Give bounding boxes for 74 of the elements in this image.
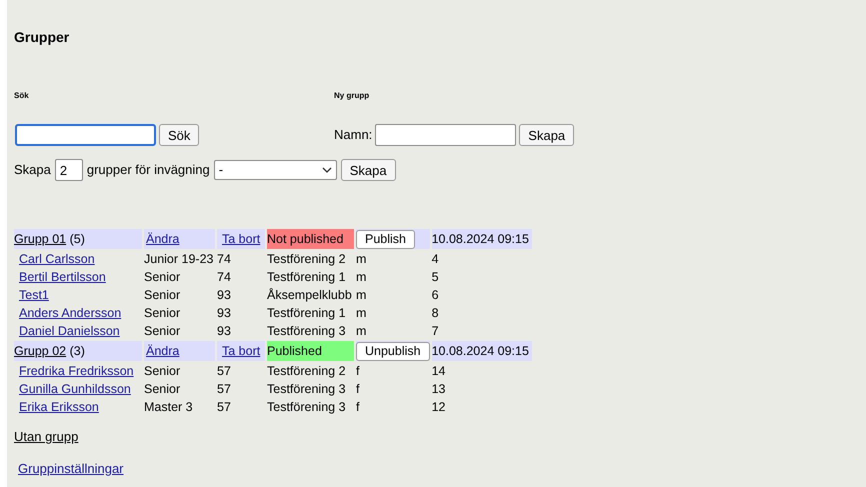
table-cell-text: Senior — [144, 381, 182, 397]
table-cell-text: 57 — [217, 381, 232, 397]
table-cell-text: f — [356, 399, 360, 415]
page-title: Grupper — [14, 28, 70, 47]
member-link[interactable]: Gunilla Gunhildsson — [19, 382, 131, 396]
table-cell-text: 6 — [432, 287, 440, 303]
table-cell-text: 57 — [217, 399, 232, 415]
group-date: 10.08.2024 09:15 — [432, 341, 532, 361]
weigh-in-select[interactable]: - — [214, 160, 337, 180]
group-link[interactable]: Grupp 01 — [14, 232, 66, 246]
member-link[interactable]: Anders Andersson — [19, 306, 122, 320]
search-field[interactable] — [15, 124, 156, 146]
table-cell-text: 74 — [217, 269, 232, 285]
create-button[interactable]: Skapa — [340, 159, 396, 181]
table-cell-text: 5 — [432, 269, 440, 285]
table-cell-text: 57 — [217, 363, 232, 379]
group-date: 10.08.2024 09:15 — [432, 229, 532, 249]
weigh-in-label: grupper för invägning — [86, 161, 210, 180]
table-cell-text: Testförening 1 — [267, 305, 347, 321]
table-cell-text: f — [356, 363, 360, 379]
table-cell-text: Senior — [144, 363, 182, 379]
table-cell-text: Testförening 3 — [267, 399, 347, 415]
member-link[interactable]: Daniel Danielsson — [19, 324, 120, 338]
member-link[interactable]: Erika Eriksson — [19, 400, 99, 414]
ungrouped-link[interactable]: Utan grupp — [14, 429, 78, 444]
table-cell-text: Senior — [144, 287, 182, 303]
search-button[interactable]: Sök — [159, 124, 200, 146]
table-cell-text: Senior — [144, 305, 182, 321]
publish-status: Not published — [267, 229, 354, 249]
table-cell-text: m — [356, 251, 368, 267]
table-cell-text: m — [356, 287, 368, 303]
table-cell-text: 93 — [217, 287, 232, 303]
table-cell-text: f — [356, 381, 360, 397]
table-cell-text: 93 — [217, 305, 232, 321]
publish-button[interactable]: Unpublish — [356, 342, 430, 360]
member-link[interactable]: Test1 — [19, 288, 49, 302]
table-cell-text: Åksempelklubb — [267, 287, 353, 303]
member-link[interactable]: Carl Carlsson — [19, 252, 95, 266]
table-cell-text: 74 — [217, 251, 232, 267]
group-link[interactable]: Grupp 02 — [14, 344, 66, 358]
table-cell-text: Senior — [144, 323, 182, 339]
create-label: Skapa — [14, 161, 51, 180]
name-label: Namn: — [334, 126, 372, 144]
table-cell-text: 14 — [432, 363, 446, 379]
table-cell-text: m — [356, 323, 368, 339]
section-heading: Ny grupp — [334, 90, 370, 100]
table-cell-text: 8 — [432, 305, 440, 321]
table-cell-text: 12 — [432, 399, 446, 415]
table-cell-text: Junior 19-23 — [144, 251, 214, 267]
table-cell-text: Testförening 2 — [267, 251, 347, 267]
settings-link[interactable]: Gruppinställningar — [18, 460, 124, 476]
member-link[interactable]: Fredrika Fredriksson — [19, 364, 134, 378]
table-cell-text: Master 3 — [144, 399, 194, 415]
table-cell-text: m — [356, 305, 368, 321]
table-cell-text: Testförening 3 — [267, 381, 347, 397]
table-cell-text: Testförening 1 — [267, 269, 347, 285]
table-cell-text: 93 — [217, 323, 232, 339]
create-button[interactable]: Skapa — [519, 124, 574, 146]
member-count: (3) — [70, 344, 85, 358]
section-heading: Sök — [14, 90, 30, 100]
table-cell-text: 13 — [432, 381, 446, 397]
publish-status: Published — [267, 341, 354, 361]
group-name-field[interactable] — [375, 124, 516, 146]
member-link[interactable]: Bertil Bertilsson — [19, 270, 106, 284]
table-cell-text: Testförening 3 — [267, 323, 347, 339]
member-count: (5) — [70, 232, 85, 246]
chevron-icon — [322, 167, 332, 173]
group-count-field[interactable]: 2 — [54, 159, 83, 181]
table-cell-text: Senior — [144, 269, 182, 285]
table-cell-text: 7 — [432, 323, 440, 339]
publish-button[interactable]: Publish — [356, 230, 415, 248]
table-cell-text: 4 — [432, 251, 440, 267]
table-cell-text: m — [356, 269, 368, 285]
table-cell-text: Testförening 2 — [267, 363, 347, 379]
